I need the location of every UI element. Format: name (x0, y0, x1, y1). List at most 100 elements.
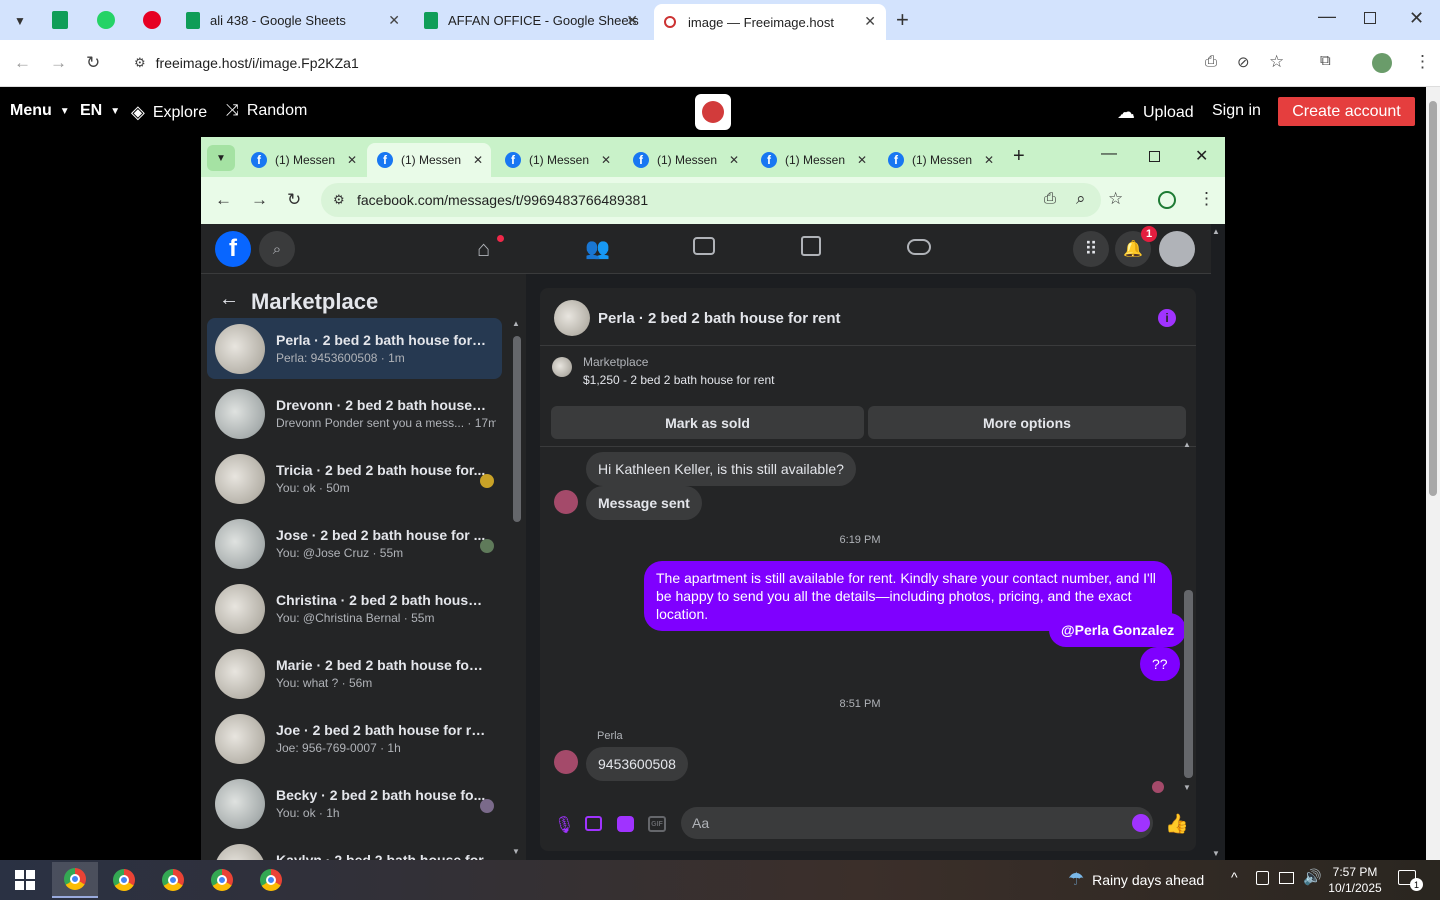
forward-icon[interactable]: → (50, 53, 67, 73)
tab-search-button[interactable]: ▼ (8, 9, 32, 33)
close-window-button[interactable]: ✕ (1195, 146, 1208, 166)
inner-tab[interactable]: f (1) Messen ✕ (241, 143, 365, 177)
chat-scroll-up-icon[interactable]: ▲ (1183, 440, 1191, 449)
incoming-message[interactable]: 9453600508 (586, 747, 688, 781)
info-icon[interactable]: i (1158, 309, 1176, 327)
conversation-item[interactable]: Becky · 2 bed 2 bath house fo... You: ok … (207, 773, 502, 834)
tab-pinned-sheets[interactable] (40, 0, 80, 40)
tab-freeimage-active[interactable]: image — Freeimage.host ✕ (654, 4, 886, 40)
freeimage-logo[interactable] (695, 94, 731, 130)
profile-icon[interactable] (1158, 191, 1176, 209)
sender-avatar[interactable] (554, 490, 578, 514)
close-icon[interactable]: ✕ (857, 153, 867, 167)
sender-avatar[interactable] (554, 750, 578, 774)
star-icon[interactable]: ☆ (1108, 189, 1123, 209)
search-icon[interactable]: ⌕ (259, 231, 295, 267)
mark-as-sold-button[interactable]: Mark as sold (551, 406, 864, 439)
inner-tab[interactable]: f (1) Messen ✕ (751, 143, 875, 177)
incoming-message[interactable]: Hi Kathleen Keller, is this still availa… (586, 452, 856, 486)
close-window-button[interactable]: ✕ (1409, 8, 1424, 29)
close-icon[interactable]: ✕ (473, 153, 483, 167)
star-icon[interactable]: ☆ (1269, 52, 1284, 72)
chat-scrollbar-thumb[interactable] (1184, 590, 1193, 778)
chrome-taskbar-button[interactable] (248, 862, 294, 898)
gaming-icon[interactable] (907, 239, 931, 255)
screenshot-icon[interactable]: ⧉ (1320, 52, 1331, 69)
volume-icon[interactable]: 🔊 (1303, 868, 1322, 886)
explore-button[interactable]: ◈ Explore (131, 102, 207, 123)
zoom-icon[interactable]: ⌕ (1076, 189, 1086, 209)
install-icon[interactable]: ⎙ (1044, 190, 1056, 207)
restore-button[interactable] (1149, 151, 1160, 162)
menu-button[interactable]: Menu ▼ (10, 102, 70, 120)
video-icon[interactable] (693, 237, 715, 255)
chrome-taskbar-button[interactable] (199, 862, 245, 898)
listing-thumbnail[interactable] (552, 357, 572, 377)
listing-price[interactable]: $1,250 - 2 bed 2 bath house for rent (583, 373, 774, 387)
close-icon[interactable]: ✕ (601, 153, 611, 167)
facebook-logo[interactable]: f (215, 231, 251, 267)
network-icon[interactable] (1279, 872, 1294, 884)
home-icon[interactable]: ⌂ (477, 236, 490, 262)
sticker-icon[interactable] (617, 816, 634, 832)
site-settings-icon[interactable]: ⚙ (333, 192, 345, 208)
inner-tab-active[interactable]: f (1) Messen ✕ (367, 143, 491, 177)
conversation-item[interactable]: Perla · 2 bed 2 bath house for re... Perl… (207, 318, 502, 379)
back-icon[interactable]: ← (14, 53, 31, 73)
show-hidden-icons[interactable]: ^ (1231, 869, 1238, 885)
conversation-item[interactable]: Kaylyn · 2 bed 2 bath house for (207, 838, 502, 860)
tab-pinned-pinterest[interactable] (132, 0, 172, 40)
inner-tab[interactable]: f (1) Messen ✕ (878, 143, 1002, 177)
gif-icon[interactable]: GIF (648, 816, 666, 832)
chat-title[interactable]: Perla · 2 bed 2 bath house for rent (598, 310, 841, 327)
forward-icon[interactable]: → (251, 190, 268, 210)
thumbs-up-icon[interactable]: 👍 (1165, 812, 1189, 836)
language-button[interactable]: EN ▼ (80, 102, 120, 120)
inner-url-field[interactable]: ⚙ facebook.com/messages/t/99694837664893… (321, 183, 1101, 217)
account-avatar[interactable] (1159, 231, 1195, 267)
site-settings-icon[interactable]: ⚙ (134, 55, 146, 71)
eye-off-icon[interactable]: ⊘ (1237, 53, 1250, 71)
friends-icon[interactable]: 👥 (585, 236, 610, 261)
conversation-item[interactable]: Drevonn · 2 bed 2 bath house fo... Drevon… (207, 383, 502, 444)
url-field[interactable]: ⚙ freeimage.host/i/image.Fp2KZa1 (122, 46, 1302, 80)
page-scrollbar[interactable] (1426, 87, 1440, 860)
list-scroll-down-icon[interactable]: ▼ (512, 847, 520, 856)
emoji-icon[interactable] (1132, 814, 1150, 832)
upload-button[interactable]: ☁ Upload (1117, 102, 1194, 123)
conversation-item[interactable]: Joe · 2 bed 2 bath house for rent Joe: 95… (207, 708, 502, 769)
inner-tab[interactable]: f (1) Messen ✕ (623, 143, 747, 177)
message-input[interactable]: Aa (681, 807, 1153, 839)
kebab-menu-icon[interactable]: ⋮ (1414, 52, 1431, 72)
chat-avatar[interactable] (554, 300, 590, 336)
conversation-item[interactable]: Marie · 2 bed 2 bath house for r... You: … (207, 643, 502, 704)
weather-widget[interactable]: ☂ Rainy days ahead (1068, 869, 1204, 890)
microphone-icon[interactable]: 🎙 (554, 815, 574, 835)
chrome-taskbar-button[interactable] (150, 862, 196, 898)
outgoing-message[interactable]: ?? (1140, 647, 1180, 681)
close-icon[interactable]: ✕ (347, 153, 357, 167)
page-scroll-down-icon[interactable]: ▼ (1212, 849, 1220, 858)
more-options-button[interactable]: More options (868, 406, 1186, 439)
chat-scroll-down-icon[interactable]: ▼ (1183, 783, 1191, 792)
scrollbar-thumb[interactable] (1429, 101, 1437, 496)
chrome-taskbar-button[interactable] (101, 862, 147, 898)
list-scrollbar-thumb[interactable] (513, 336, 521, 522)
profile-avatar[interactable] (1372, 53, 1392, 73)
close-icon[interactable]: ✕ (984, 153, 994, 167)
kebab-menu-icon[interactable]: ⋮ (1198, 189, 1215, 209)
back-arrow-icon[interactable]: ← (219, 288, 239, 311)
conversation-item[interactable]: Christina · 2 bed 2 bath house f... You: … (207, 578, 502, 639)
new-tab-button[interactable]: + (1013, 145, 1025, 168)
conversation-item[interactable]: Jose · 2 bed 2 bath house for ... You: @J… (207, 513, 502, 574)
minimize-button[interactable]: — (1318, 6, 1336, 27)
marketplace-icon[interactable] (801, 236, 821, 256)
chrome-taskbar-button[interactable] (52, 862, 98, 898)
reload-icon[interactable]: ↻ (86, 53, 100, 73)
minimize-button[interactable]: — (1101, 145, 1117, 163)
close-icon[interactable]: ✕ (729, 153, 739, 167)
incoming-message[interactable]: Message sent (586, 486, 702, 520)
reload-icon[interactable]: ↻ (287, 190, 301, 210)
menu-grid-icon[interactable]: ⠿ (1073, 231, 1109, 267)
create-account-button[interactable]: Create account (1278, 97, 1415, 126)
